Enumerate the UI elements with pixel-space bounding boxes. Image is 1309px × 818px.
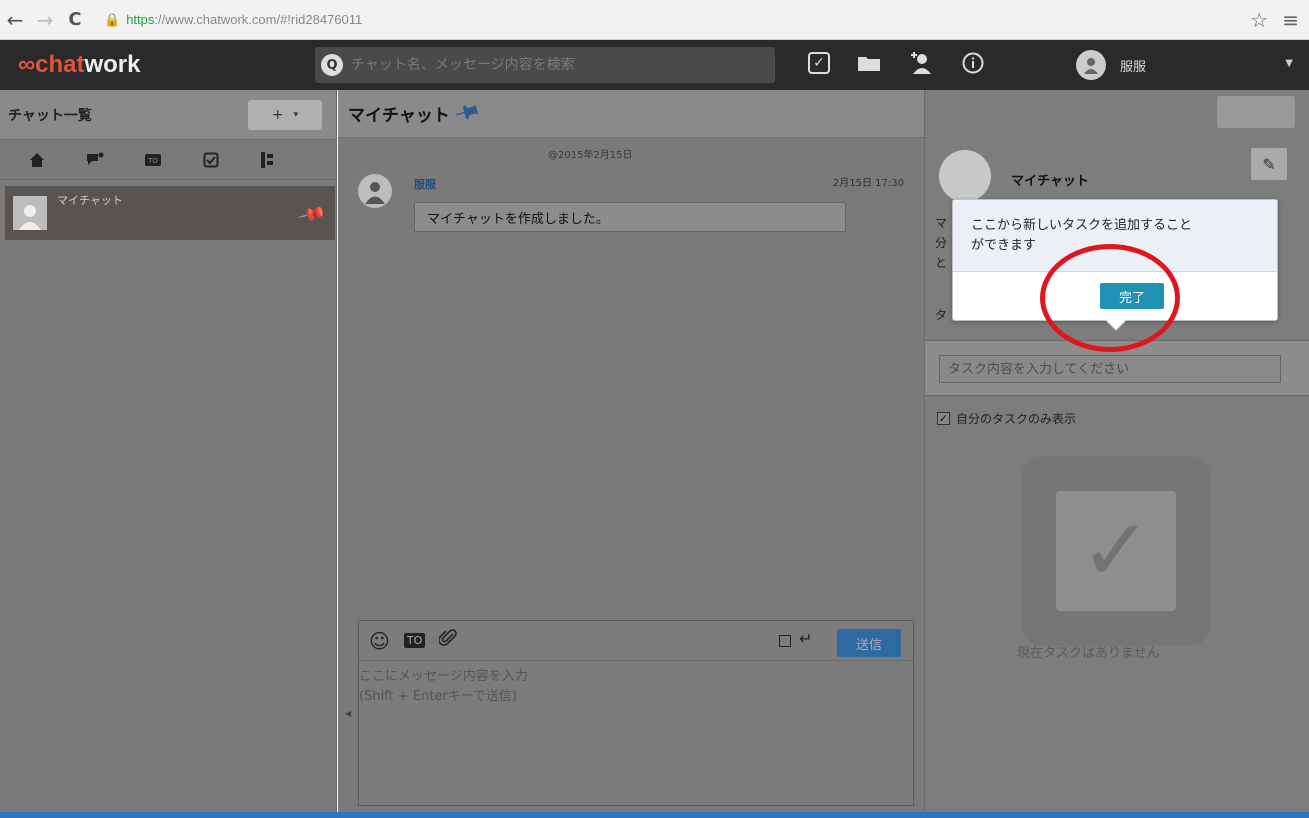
attachment-icon[interactable]: [438, 628, 458, 653]
message-timestamp: 2月15日 17:30: [832, 178, 904, 189]
chat-title: マイチャット: [348, 106, 450, 126]
chatwork-logo[interactable]: ∞ chat work: [18, 51, 140, 79]
unread-icon[interactable]: [66, 145, 124, 175]
lock-icon: 🔒: [104, 11, 121, 27]
enter-icon: ↵: [799, 629, 813, 648]
chat-list-title: チャット一覧: [8, 107, 92, 124]
description-fragment: と: [935, 256, 948, 270]
add-chat-button[interactable]: + ▾: [248, 100, 322, 130]
to-icon[interactable]: TO: [403, 633, 426, 648]
pin-icon[interactable]: [453, 98, 483, 130]
pin-icon[interactable]: 📌: [297, 200, 327, 229]
my-tasks-filter[interactable]: ✓ 自分のタスクのみ表示: [937, 410, 1076, 427]
task-check-icon[interactable]: ✓: [808, 52, 830, 74]
plus-icon: +: [271, 107, 284, 123]
bookmark-star-icon[interactable]: ☆: [1250, 8, 1268, 32]
chat-profile-name: マイチャット: [1011, 174, 1089, 189]
bottom-accent-bar: [0, 812, 1309, 818]
composer-placeholder-line2: (Shift + Enterキーで送信): [359, 689, 517, 704]
message-sender[interactable]: 服服: [414, 176, 436, 192]
search-icon[interactable]: Q: [321, 54, 343, 76]
chat-profile-avatar: [939, 150, 991, 202]
date-separator: @2015年2月15日: [548, 150, 633, 161]
home-icon[interactable]: [8, 145, 66, 175]
list-icon[interactable]: [254, 145, 280, 175]
my-tasks-label: 自分のタスクのみ表示: [956, 412, 1077, 426]
chat-header: マイチャット: [338, 90, 924, 138]
resize-arrow-icon[interactable]: ◀: [345, 709, 351, 718]
add-contact-icon[interactable]: [908, 50, 934, 76]
edit-pencil-icon[interactable]: ✎: [1251, 148, 1287, 180]
logo-text-work: work: [84, 51, 141, 78]
checkbox-checked-icon[interactable]: ✓: [937, 412, 950, 425]
empty-task-message: 現在タスクはありません: [1017, 646, 1160, 661]
search-input[interactable]: [351, 57, 751, 73]
logo-text-chat: chat: [35, 51, 85, 78]
enter-to-send-checkbox[interactable]: [779, 635, 791, 647]
chat-filter-bar: TO: [0, 140, 336, 180]
address-bar[interactable]: 🔒 https ://www.chatwork.com/#!rid2847601…: [104, 12, 362, 28]
file-menu-button[interactable]: [1217, 96, 1295, 128]
send-button[interactable]: 送信: [837, 629, 901, 657]
chat-list-sidebar: チャット一覧 + ▾ TO マイチャット 📌: [0, 90, 337, 812]
info-icon[interactable]: [960, 50, 986, 76]
emoji-icon[interactable]: ☺: [369, 629, 390, 653]
task-input[interactable]: [939, 355, 1281, 383]
description-fragment: マ: [935, 216, 948, 230]
url-scheme: https: [126, 12, 155, 27]
browser-menu-icon[interactable]: ≡: [1282, 8, 1299, 32]
forward-icon[interactable]: →: [30, 8, 60, 32]
browser-toolbar: ← → C 🔒 https ://www.chatwork.com/#!rid2…: [0, 0, 1309, 40]
user-avatar: [1076, 50, 1106, 80]
folder-icon[interactable]: [856, 50, 882, 76]
logo-mark-icon: ∞: [18, 51, 35, 78]
user-name: 服服: [1120, 59, 1147, 75]
header-caret-icon[interactable]: ▼: [1285, 58, 1293, 69]
to-icon[interactable]: TO: [124, 145, 182, 175]
big-check-icon: ✓: [1056, 491, 1176, 611]
app-header: ∞ chat work Q ✓ 服服 ▼: [0, 40, 1309, 90]
chat-list-item[interactable]: マイチャット 📌: [5, 186, 335, 240]
svg-text:TO: TO: [147, 157, 158, 165]
composer-placeholder-line1: ここにメッセージ内容を入力: [359, 669, 528, 684]
user-menu[interactable]: 服服: [1076, 50, 1146, 80]
reload-icon[interactable]: C: [60, 9, 90, 30]
chevron-down-icon: ▾: [293, 110, 299, 120]
description-fragment: 分: [935, 236, 948, 250]
chat-avatar: [13, 196, 47, 230]
chat-item-name: マイチャット: [57, 194, 123, 207]
back-icon[interactable]: ←: [0, 8, 30, 32]
highlight-circle-annotation: [1040, 244, 1180, 352]
message-input[interactable]: ここにメッセージ内容を入力 (Shift + Enterキーで送信): [359, 667, 528, 707]
popover-line1: ここから新しいタスクを追加すること: [971, 218, 1193, 233]
composer-toolbar: ☺ TO: [359, 621, 913, 661]
empty-task-illustration: ✓: [1021, 456, 1211, 646]
message-avatar[interactable]: [358, 174, 392, 208]
task-icon[interactable]: [182, 145, 240, 175]
url-path: ://www.chatwork.com/#!rid28476011: [154, 12, 363, 27]
search-box: Q: [315, 47, 775, 83]
task-section-fragment: タ: [935, 308, 948, 322]
message-composer: ☺ TO ↵ 送信 ここにメッセージ内容を入力 (Shift + Enterキー…: [345, 620, 914, 806]
message-body: マイチャットを作成しました。: [414, 202, 846, 232]
chat-timeline: マイチャット @2015年2月15日 服服 2月15日 17:30 マイチャット…: [338, 90, 924, 812]
